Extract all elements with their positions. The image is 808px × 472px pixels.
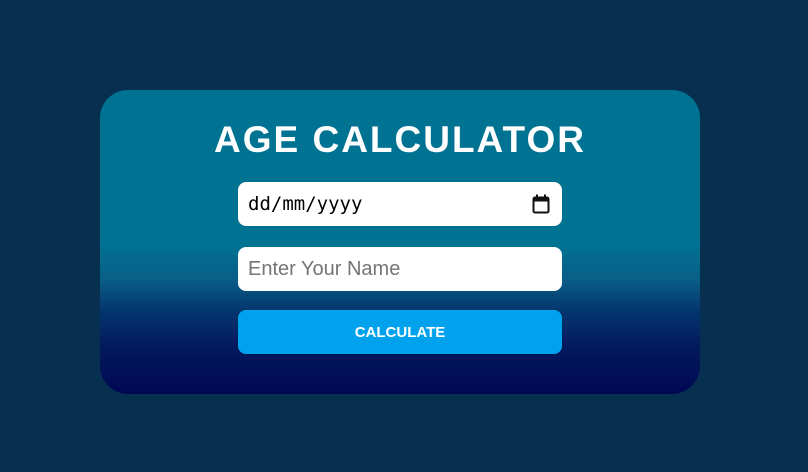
page-title: AGE CALCULATOR bbox=[214, 119, 586, 160]
name-input[interactable] bbox=[238, 247, 562, 291]
age-calculator-card: AGE CALCULATOR dd/mm/yyyy CALCULATE bbox=[100, 90, 700, 394]
birthdate-input[interactable]: dd/mm/yyyy bbox=[238, 182, 562, 226]
date-placeholder: dd/mm/yyyy bbox=[248, 193, 363, 215]
calendar-icon[interactable] bbox=[532, 194, 550, 214]
calculate-button[interactable]: CALCULATE bbox=[238, 310, 562, 354]
